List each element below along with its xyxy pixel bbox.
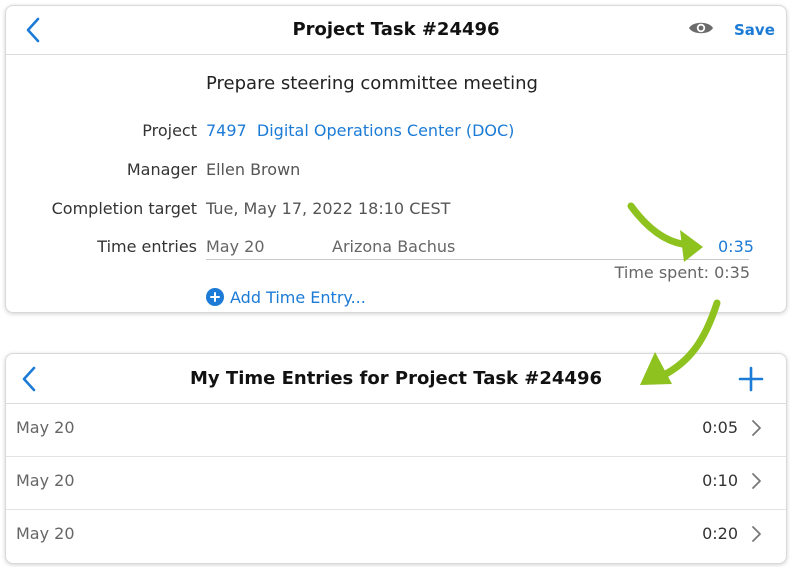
entry-date: May 20 bbox=[16, 418, 75, 437]
project-task-screen: Project Task #24496 Save Prepare steerin… bbox=[5, 5, 787, 313]
top-navbar: Project Task #24496 Save bbox=[6, 6, 786, 55]
completion-target-label: Completion target bbox=[51, 199, 197, 218]
entry-duration: 0:05 bbox=[702, 418, 738, 437]
page-title: My Time Entries for Project Task #24496 bbox=[190, 368, 602, 389]
time-entries-label: Time entries bbox=[97, 237, 197, 256]
save-button[interactable]: Save bbox=[734, 18, 775, 42]
list-item[interactable]: May 20 0:05 bbox=[6, 404, 786, 457]
entry-date: May 20 bbox=[16, 524, 75, 543]
list-item[interactable]: May 20 0:10 bbox=[6, 457, 786, 510]
page-title: Project Task #24496 bbox=[292, 19, 500, 40]
manager-value: Ellen Brown bbox=[206, 160, 301, 179]
project-label: Project bbox=[142, 121, 197, 140]
chevron-right-icon bbox=[752, 526, 761, 542]
chevron-right-icon bbox=[752, 420, 761, 436]
project-link[interactable]: 7497 Digital Operations Center (DOC) bbox=[206, 121, 514, 140]
divider bbox=[206, 259, 749, 260]
add-time-entry-button[interactable]: Add Time Entry... bbox=[206, 285, 366, 309]
my-time-entries-screen: My Time Entries for Project Task #24496 … bbox=[5, 353, 787, 564]
eye-icon bbox=[689, 22, 713, 34]
entry-date: May 20 bbox=[16, 471, 75, 490]
time-entries-list: May 20 0:05 May 20 0:10 May 20 0:20 bbox=[6, 404, 786, 562]
time-spent-total: Time spent: 0:35 bbox=[614, 263, 750, 282]
plus-icon bbox=[738, 366, 764, 392]
entry-duration: 0:20 bbox=[702, 524, 738, 543]
list-item[interactable]: May 20 0:20 bbox=[6, 510, 786, 562]
view-button[interactable] bbox=[686, 16, 716, 40]
plus-circle-icon bbox=[206, 288, 224, 306]
time-entry-duration-link[interactable]: 0:35 bbox=[718, 237, 754, 256]
manager-label: Manager bbox=[126, 160, 197, 179]
time-entry-date: May 20 bbox=[206, 237, 265, 256]
chevron-right-icon bbox=[752, 473, 761, 489]
task-title: Prepare steering committee meeting bbox=[206, 73, 538, 94]
add-time-entry-label: Add Time Entry... bbox=[230, 287, 366, 307]
time-entry-person: Arizona Bachus bbox=[332, 237, 456, 256]
bottom-navbar: My Time Entries for Project Task #24496 bbox=[6, 354, 786, 404]
entry-duration: 0:10 bbox=[702, 471, 738, 490]
completion-target-value: Tue, May 17, 2022 18:10 CEST bbox=[206, 199, 451, 218]
add-time-entry-button[interactable] bbox=[734, 364, 768, 394]
